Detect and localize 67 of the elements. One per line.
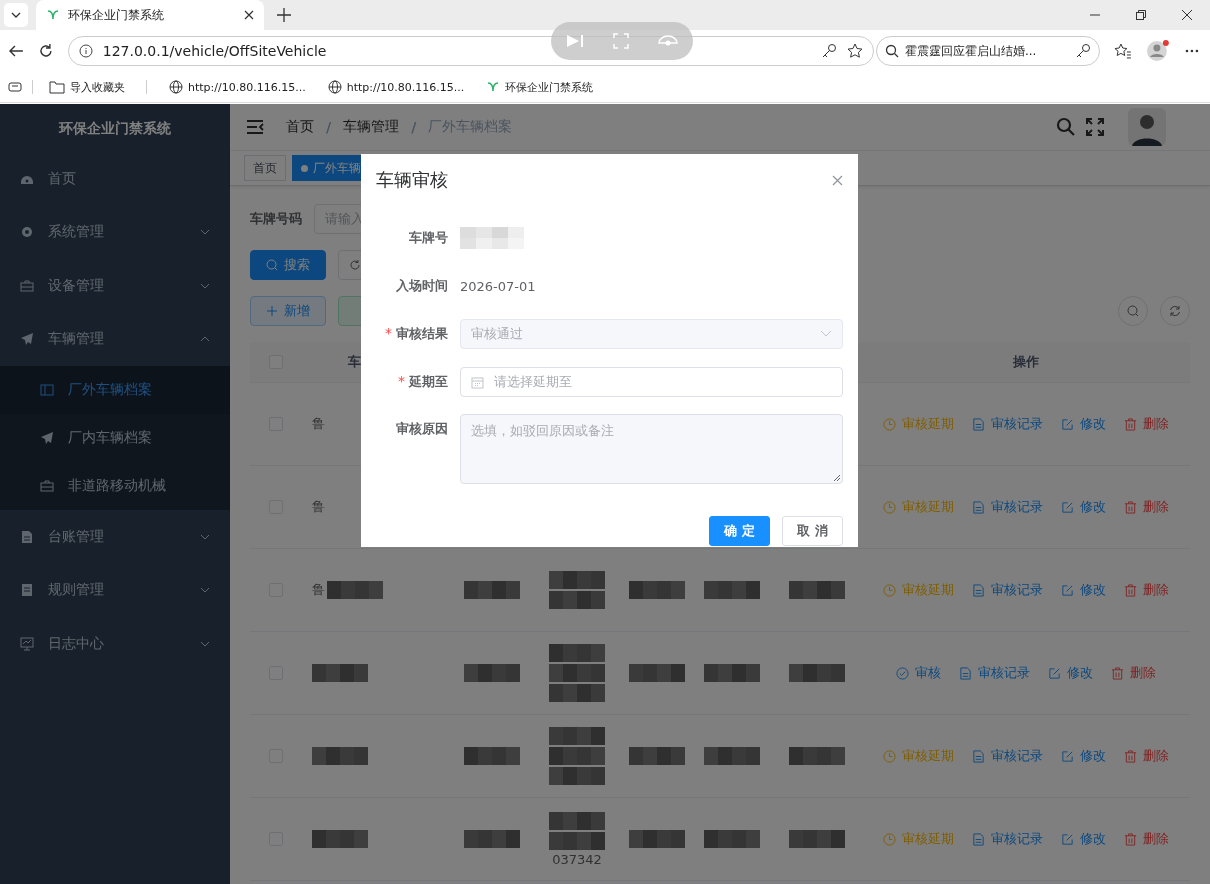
submenu-item[interactable]: 厂外车辆档案 <box>0 366 230 414</box>
submenu-item[interactable]: 厂内车辆档案 <box>0 414 230 462</box>
field-label: 入场时间 <box>396 278 448 293</box>
browser-tab[interactable]: 环保企业门禁系统 <box>36 0 264 30</box>
cancel-button[interactable]: 取 消 <box>782 516 843 546</box>
table-cell: 鲁 <box>312 498 325 516</box>
menu-item[interactable]: 台账管理 <box>0 510 230 564</box>
action-link[interactable]: 修改 <box>1061 747 1106 765</box>
table-cell: 鲁 <box>312 415 325 433</box>
field-label: 车牌号码 <box>250 210 302 228</box>
bookmark[interactable]: 环保企业门禁系统 <box>480 77 600 97</box>
action-link[interactable]: 修改 <box>1048 664 1093 682</box>
menu-item[interactable]: 首页 <box>0 152 230 206</box>
column-header: 操作 <box>1013 353 1039 371</box>
menu-item[interactable]: 设备管理 <box>0 259 230 313</box>
breadcrumb-separator: / <box>326 119 332 135</box>
field-label: 审核原因 <box>396 421 448 436</box>
field-label: 车牌号 <box>409 230 448 245</box>
view-tag[interactable]: 首页 <box>244 155 286 181</box>
action-link[interactable]: 审核记录 <box>972 498 1043 516</box>
breadcrumb-separator: / <box>411 119 417 135</box>
action-link[interactable]: 删除 <box>1124 747 1169 765</box>
menu-item[interactable]: 系统管理 <box>0 205 230 259</box>
action-link[interactable]: 审核记录 <box>959 664 1030 682</box>
required-mark: * <box>398 373 405 389</box>
confirm-button[interactable]: 确 定 <box>709 516 770 546</box>
column-header: 车 <box>348 353 361 371</box>
action-link[interactable]: 审核记录 <box>972 830 1043 848</box>
table-cell: 鲁 <box>312 581 325 599</box>
breadcrumb-item[interactable]: 首页 <box>286 118 314 136</box>
menu-item[interactable]: 日志中心 <box>0 617 230 671</box>
required-mark: * <box>385 325 392 341</box>
field-value: 2026-07-01 <box>460 278 536 294</box>
menu-item[interactable]: 规则管理 <box>0 563 230 617</box>
result-select: 审核通过 <box>460 319 843 349</box>
action-link[interactable]: 删除 <box>1124 830 1169 848</box>
action-link[interactable]: 修改 <box>1061 581 1106 599</box>
menu-item[interactable]: 车辆管理 <box>0 312 230 366</box>
action-link[interactable]: 修改 <box>1061 415 1106 433</box>
action-link[interactable]: 修改 <box>1061 498 1106 516</box>
field-label: 延期至 <box>409 374 448 389</box>
action-link[interactable]: 审核延期 <box>883 830 954 848</box>
search-button[interactable]: 搜索 <box>250 250 326 280</box>
action-link[interactable]: 审核延期 <box>883 498 954 516</box>
action-link[interactable]: 审核记录 <box>972 581 1043 599</box>
action-link[interactable]: 审核 <box>896 664 941 682</box>
action-link[interactable]: 修改 <box>1061 830 1106 848</box>
reason-textarea[interactable]: 选填，如驳回原因或备注 <box>460 414 843 484</box>
bookmark[interactable]: http://10.80.116.15... <box>163 78 312 96</box>
add-button[interactable]: 新增 <box>250 296 326 326</box>
field-label: 审核结果 <box>396 326 448 341</box>
action-link[interactable]: 审核记录 <box>972 415 1043 433</box>
action-link[interactable]: 审核延期 <box>883 747 954 765</box>
action-link[interactable]: 删除 <box>1111 664 1156 682</box>
action-link[interactable]: 审核延期 <box>883 415 954 433</box>
bookmark[interactable]: http://10.80.116.15... <box>321 78 471 96</box>
action-link[interactable]: 审核延期 <box>883 581 954 599</box>
breadcrumb-item[interactable]: 车辆管理 <box>343 118 400 136</box>
date-picker[interactable]: 请选择延期至 <box>460 367 843 397</box>
action-link[interactable]: 删除 <box>1124 581 1169 599</box>
submenu-item[interactable]: 非道路移动机械 <box>0 462 230 510</box>
action-link[interactable]: 审核记录 <box>972 747 1043 765</box>
action-link[interactable]: 删除 <box>1124 498 1169 516</box>
action-link[interactable]: 删除 <box>1124 415 1169 433</box>
app-title: 环保企业门禁系统 <box>57 119 172 138</box>
table-cell: 037342 <box>552 851 602 867</box>
bookmark[interactable]: 导入收藏夹 <box>43 77 153 97</box>
